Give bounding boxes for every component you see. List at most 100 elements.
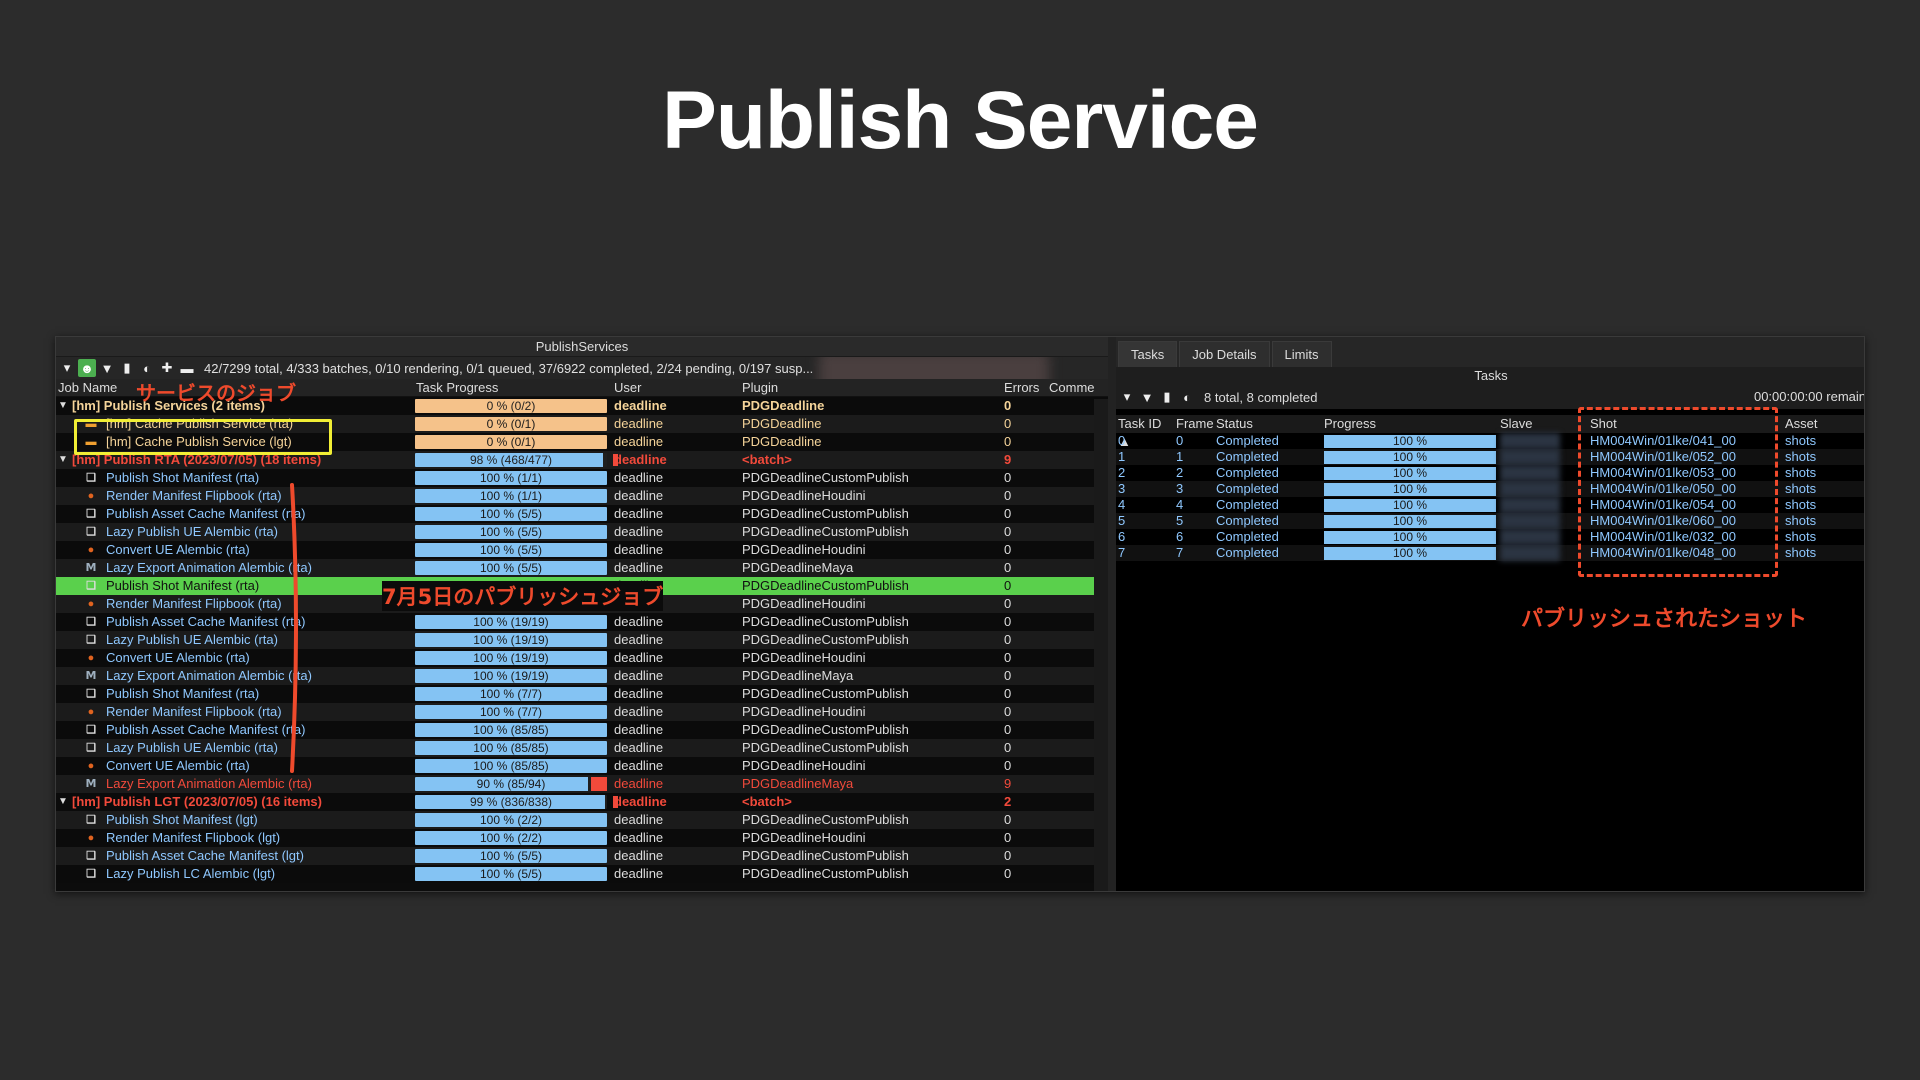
task-progress-cell: 100 % (85/85) <box>413 757 611 775</box>
comment-cell <box>1046 685 1096 703</box>
job-name: Publish Asset Cache Manifest (rta) <box>106 506 306 521</box>
col-status[interactable]: Status <box>1214 415 1320 433</box>
job-row[interactable]: ● Render Manifest Flipbook (lgt) 100 % (2/… <box>56 829 1108 847</box>
clear-filter-icon[interactable]: ◐ <box>138 359 156 377</box>
col-errors[interactable]: Errors <box>1001 379 1046 396</box>
job-row[interactable]: ❏ Lazy Publish UE Alembic (rta) 100 % (5/5… <box>56 523 1108 541</box>
col-comment[interactable]: Comme <box>1046 379 1096 396</box>
dropdown-icon[interactable]: ▾ <box>1118 388 1136 406</box>
user-filter-icon[interactable]: ☻ <box>78 359 96 377</box>
job-row[interactable]: ● Convert UE Alembic (rta) 100 % (19/19) de… <box>56 649 1108 667</box>
redacted-slave <box>1500 497 1560 513</box>
frame-cell: 2 <box>1176 465 1184 480</box>
errors-cell: 0 <box>1004 560 1012 575</box>
job-name: Render Manifest Flipbook (rta) <box>106 488 282 503</box>
user-cell: deadline <box>614 578 664 593</box>
task-progress-cell: 100 % (5/5) <box>413 505 611 523</box>
panel-title: PublishServices <box>56 337 1108 357</box>
job-row[interactable]: ● Render Manifest Flipbook (rta) 100 % (1/… <box>56 487 1108 505</box>
job-row[interactable]: ❏ Publish Asset Cache Manifest (lgt) 100 %… <box>56 847 1108 865</box>
task-progress-cell: 100 % (1/1) <box>413 469 611 487</box>
job-group-row[interactable]: ▼ [hm] Publish Services (2 items) 0 % (0/2… <box>56 397 1108 415</box>
job-name: Publish Shot Manifest (lgt) <box>106 812 258 827</box>
col-user[interactable]: User <box>611 379 739 396</box>
expand-toggle-icon[interactable]: ▼ <box>58 793 72 811</box>
clear-filter-icon[interactable]: ◐ <box>1178 388 1196 406</box>
job-row[interactable]: ❏ Publish Shot Manifest (rta) 100 % (7/7) d… <box>56 685 1108 703</box>
job-row[interactable]: ❏ Publish Asset Cache Manifest (rta) 100 %… <box>56 505 1108 523</box>
col-plugin[interactable]: Plugin <box>739 379 1001 396</box>
job-name-cell: ❏ Lazy Publish LC Alembic (lgt) <box>56 865 413 883</box>
task-progress-cell: 100 % <box>1320 529 1496 545</box>
job-row[interactable]: ❏ Lazy Publish UE Alembic (rta) 100 % (85/… <box>56 739 1108 757</box>
job-row[interactable]: ❏ Lazy Publish LC Alembic (lgt) 100 % (5/5… <box>56 865 1108 883</box>
job-row[interactable]: ❏ Publish Asset Cache Manifest (rta) 100 %… <box>56 721 1108 739</box>
job-name: Lazy Export Animation Alembic (rta) <box>106 560 312 575</box>
job-name-cell: ❏ Publish Asset Cache Manifest (rta) <box>56 613 413 631</box>
bookmark-icon[interactable]: ▮ <box>118 359 136 377</box>
bookmark-icon[interactable]: ▮ <box>1158 388 1176 406</box>
expand-toggle-icon[interactable]: ▼ <box>58 397 72 415</box>
progress-text: 100 % (5/5) <box>479 867 543 881</box>
plugin-cell: PDGDeadlineHoudini <box>742 830 866 845</box>
job-row[interactable]: ❏ Publish Asset Cache Manifest (rta) 100 %… <box>56 613 1108 631</box>
expand-all-icon[interactable]: ✚ <box>158 359 176 377</box>
status-cell: Completed <box>1216 465 1279 480</box>
job-name: Publish Shot Manifest (rta) <box>106 470 260 485</box>
progress-text: 100 % (7/7) <box>479 705 543 719</box>
user-cell: deadline <box>614 470 664 485</box>
progress-bar: 100 % (1/1) <box>415 471 607 485</box>
comment-cell <box>1046 829 1096 847</box>
plugin-cell: PDGDeadlineCustomPublish <box>742 632 909 647</box>
job-row[interactable]: ❏ Publish Shot Manifest (lgt) 100 % (2/2) d… <box>56 811 1108 829</box>
houdini-icon: ● <box>87 832 95 844</box>
job-row[interactable]: ● Convert UE Alembic (rta) 100 % (85/85) de… <box>56 757 1108 775</box>
job-row[interactable]: M Lazy Export Animation Alembic (rta) 100 … <box>56 559 1108 577</box>
tab-job-details[interactable]: Job Details <box>1179 341 1270 367</box>
col-job-name[interactable]: Job Name <box>56 379 413 396</box>
job-name: Publish Asset Cache Manifest (rta) <box>106 614 306 629</box>
user-cell: deadline <box>614 722 664 737</box>
job-group-row[interactable]: ▼ [hm] Publish LGT (2023/07/05) (16 items… <box>56 793 1108 811</box>
progress-text: 100 % (85/85) <box>473 741 549 755</box>
task-progress-cell: 100 % <box>1320 449 1496 465</box>
asset-cell: shots <box>1785 449 1817 464</box>
script-icon: ❏ <box>86 508 96 520</box>
tab-tasks[interactable]: Tasks <box>1118 341 1178 367</box>
job-table-body: ▼ [hm] Publish Services (2 items) 0 % (0/2… <box>56 397 1108 883</box>
col-asset[interactable]: Asset <box>1781 415 1861 433</box>
expand-toggle-icon[interactable]: ▼ <box>58 451 72 469</box>
job-row[interactable]: M Lazy Export Animation Alembic (rta) 90 %… <box>56 775 1108 793</box>
progress-bar: 100 % (5/5) <box>415 507 607 521</box>
col-task-progress[interactable]: Task Progress <box>413 379 611 396</box>
tab-limits[interactable]: Limits <box>1271 341 1332 367</box>
task-id-cell: 7 <box>1118 545 1126 560</box>
job-row[interactable]: ● Render Manifest Flipbook (rta) 100 % (7/… <box>56 703 1108 721</box>
user-cell: deadline <box>614 416 664 431</box>
job-row[interactable]: ❏ Publish Shot Manifest (rta) 100 % (1/1) d… <box>56 469 1108 487</box>
slave-cell <box>1496 449 1585 465</box>
task-progress-cell: 100 % <box>1320 433 1496 449</box>
plugin-cell: PDGDeadlineMaya <box>742 668 854 683</box>
progress-text: 100 % (2/2) <box>479 831 543 845</box>
filter-icon[interactable]: ▼ <box>98 359 116 377</box>
task-progress-cell: 100 % <box>1320 513 1496 529</box>
dropdown-icon[interactable]: ▾ <box>58 359 76 377</box>
col-frame[interactable]: Frame <box>1174 415 1214 433</box>
collapse-all-icon[interactable]: ▬ <box>178 359 196 377</box>
job-name-cell: ▼ [hm] Publish LGT (2023/07/05) (16 items… <box>56 793 413 811</box>
job-name-cell: ● Convert UE Alembic (rta) <box>56 649 413 667</box>
task-progress-cell: 100 % (2/2) <box>413 829 611 847</box>
job-row[interactable]: ● Render Manifest Flipbook (rta) 100 % (8/… <box>56 595 1108 613</box>
job-row[interactable]: ❏ Lazy Publish UE Alembic (rta) 100 % (19/… <box>56 631 1108 649</box>
filter-icon[interactable]: ▼ <box>1138 388 1156 406</box>
job-row[interactable]: M Lazy Export Animation Alembic (rta) 100 … <box>56 667 1108 685</box>
col-task-id[interactable]: Task ID ▲ <box>1116 415 1174 449</box>
job-list-scrollbar[interactable] <box>1094 399 1108 891</box>
col-slave[interactable]: Slave <box>1496 415 1585 433</box>
status-cell: Completed <box>1216 545 1279 560</box>
job-row[interactable]: ❏ Publish Shot Manifest (rta) 100 % (8/8) d… <box>56 577 1108 595</box>
progress-text: 98 % (468/477) <box>469 453 553 467</box>
col-progress[interactable]: Progress <box>1320 415 1496 433</box>
job-row[interactable]: ● Convert UE Alembic (rta) 100 % (5/5) dead… <box>56 541 1108 559</box>
